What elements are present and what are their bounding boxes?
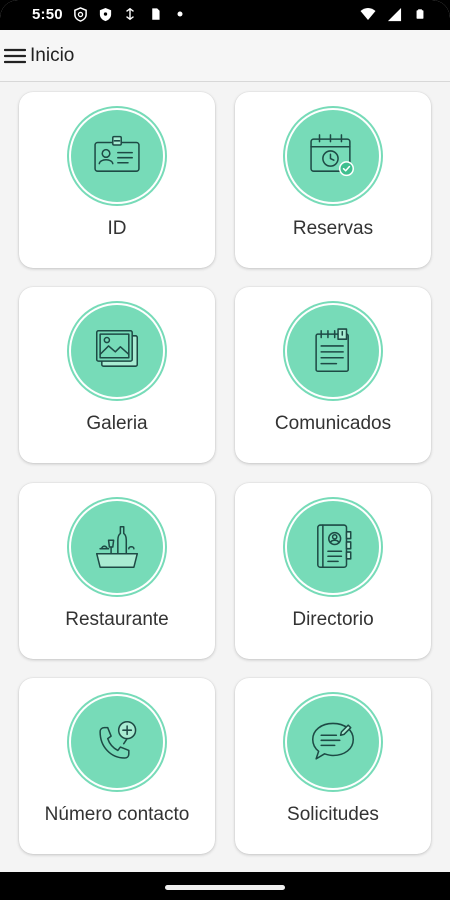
page-title: Inicio	[30, 44, 75, 66]
message-request-icon	[311, 722, 355, 760]
sim-icon	[147, 6, 163, 22]
photo-gallery-icon	[95, 329, 139, 367]
address-book-icon	[317, 524, 352, 569]
wifi-icon	[360, 6, 376, 22]
icon-circle	[71, 501, 163, 593]
menu-card-label: Número contacto	[44, 804, 190, 825]
status-left-icons	[72, 6, 188, 22]
icon-circle	[71, 110, 163, 202]
menu-card-galeria[interactable]: Galeria	[19, 287, 215, 463]
menu-card-label: Directorio	[292, 609, 374, 630]
menu-card-comunicados[interactable]: Comunicados	[235, 287, 431, 463]
menu-card-label: Solicitudes	[287, 804, 379, 825]
hamburger-menu-icon[interactable]	[4, 45, 26, 67]
menu-card-label: Restaurante	[65, 609, 169, 630]
app-screen: 5:50 Inicio ID Reservas Galeria Comunica…	[0, 0, 450, 900]
menu-card-numero-contacto[interactable]: Número contacto	[19, 678, 215, 854]
icon-circle	[287, 110, 379, 202]
battery-icon	[412, 6, 428, 22]
menu-card-label: Comunicados	[274, 413, 392, 434]
status-time: 5:50	[32, 6, 63, 23]
id-card-icon	[94, 135, 140, 172]
icon-circle	[71, 696, 163, 788]
calendar-check-icon	[310, 134, 355, 177]
menu-grid: ID Reservas Galeria Comunicados Restaura…	[0, 82, 450, 872]
restaurant-table-icon	[95, 525, 139, 569]
menu-card-solicitudes[interactable]: Solicitudes	[235, 678, 431, 854]
icon-circle	[71, 305, 163, 397]
dot-icon	[172, 6, 188, 22]
menu-card-reservas[interactable]: Reservas	[235, 92, 431, 268]
system-nav-bar	[0, 872, 450, 900]
icon-circle	[287, 696, 379, 788]
signal-icon	[386, 6, 402, 22]
menu-card-label: Reservas	[292, 218, 374, 239]
data-saver-icon	[122, 6, 138, 22]
icon-circle	[287, 305, 379, 397]
gesture-handle[interactable]	[165, 885, 285, 890]
menu-card-id[interactable]: ID	[19, 92, 215, 268]
menu-card-directorio[interactable]: Directorio	[235, 483, 431, 659]
icon-circle	[287, 501, 379, 593]
menu-card-label: ID	[107, 218, 127, 239]
shield-icon	[72, 6, 88, 22]
menu-card-label: Galeria	[86, 413, 148, 434]
phone-contact-icon	[99, 720, 137, 759]
notepad-icon	[315, 328, 349, 373]
menu-card-restaurante[interactable]: Restaurante	[19, 483, 215, 659]
status-bar: 5:50	[0, 0, 450, 30]
status-right-icons	[360, 6, 428, 22]
vpn-icon	[97, 6, 113, 22]
app-bar: Inicio	[0, 30, 450, 82]
